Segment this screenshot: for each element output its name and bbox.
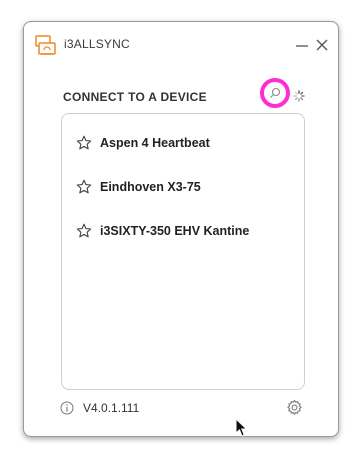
star-outline-icon[interactable]	[76, 179, 92, 195]
device-name: Aspen 4 Heartbeat	[100, 136, 210, 150]
sync-logo-icon	[35, 35, 56, 55]
gear-icon[interactable]	[286, 399, 303, 416]
section-title: CONNECT TO A DEVICE	[63, 90, 207, 104]
app-window: i3ALLSYNC CONNECT TO A DEVICE Aspen 4 He…	[23, 21, 339, 437]
info-icon[interactable]	[60, 401, 74, 415]
search-button[interactable]	[260, 78, 290, 108]
list-item[interactable]: Aspen 4 Heartbeat	[76, 131, 300, 155]
device-name: Eindhoven X3-75	[100, 180, 201, 194]
mouse-cursor-icon	[235, 418, 248, 437]
list-item[interactable]: Eindhoven X3-75	[76, 175, 300, 199]
minimize-icon[interactable]	[294, 37, 310, 53]
star-outline-icon[interactable]	[76, 223, 92, 239]
device-name: i3SIXTY-350 EHV Kantine	[100, 224, 250, 238]
close-icon[interactable]	[314, 37, 330, 53]
device-list[interactable]: Aspen 4 Heartbeat Eindhoven X3-75 i3SIXT…	[61, 113, 305, 390]
app-title: i3ALLSYNC	[64, 37, 130, 51]
search-icon	[270, 87, 281, 98]
title-bar[interactable]: i3ALLSYNC	[24, 22, 338, 68]
list-item[interactable]: i3SIXTY-350 EHV Kantine	[76, 219, 300, 243]
star-outline-icon[interactable]	[76, 135, 92, 151]
version-label: V4.0.1.111	[83, 401, 140, 415]
loading-spinner-icon	[293, 90, 305, 102]
